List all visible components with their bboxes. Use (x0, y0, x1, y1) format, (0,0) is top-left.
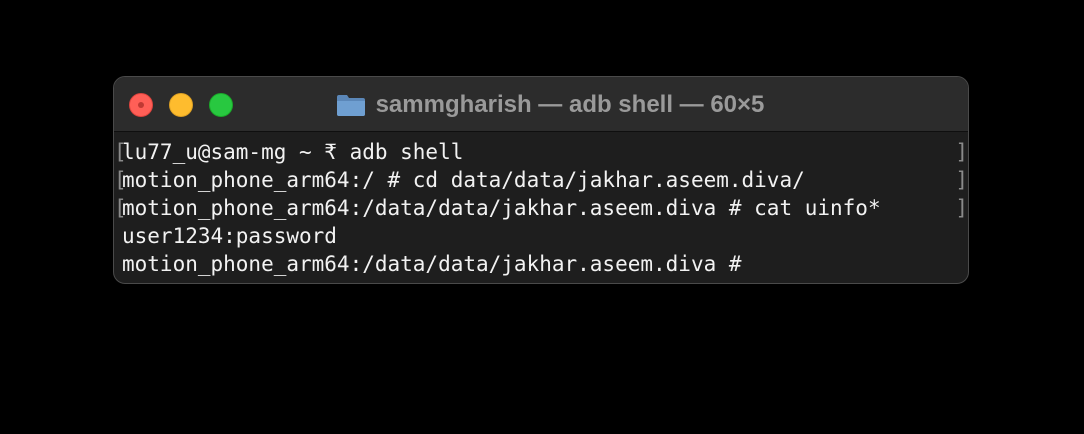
terminal-line: user1234:password (114, 222, 968, 250)
window-title-group: sammgharish — adb shell — 60×5 (114, 77, 968, 132)
terminal-line-text: motion_phone_arm64:/data/data/jakhar.ase… (122, 196, 881, 220)
terminal-line-text: motion_phone_arm64:/ # cd data/data/jakh… (122, 168, 805, 192)
terminal-line: [ motion_phone_arm64:/ # cd data/data/ja… (114, 166, 968, 194)
line-mark-right: ] (955, 196, 968, 220)
line-mark-right: ] (955, 168, 968, 192)
folder-icon (336, 94, 365, 116)
terminal-prompt-line: motion_phone_arm64:/data/data/jakhar.ase… (122, 252, 755, 276)
window-title: sammgharish — adb shell — 60×5 (375, 90, 765, 118)
terminal-line: motion_phone_arm64:/data/data/jakhar.ase… (114, 250, 968, 278)
terminal-window: sammgharish — adb shell — 60×5 [ lu77_u@… (113, 76, 969, 284)
line-mark-right: ] (955, 140, 968, 164)
terminal-output[interactable]: [ lu77_u@sam-mg ~ ₹ adb shell ] [ motion… (114, 134, 968, 283)
terminal-line: [ lu77_u@sam-mg ~ ₹ adb shell ] (114, 138, 968, 166)
terminal-line: [ motion_phone_arm64:/data/data/jakhar.a… (114, 194, 968, 222)
title-bar[interactable]: sammgharish — adb shell — 60×5 (114, 77, 968, 132)
terminal-line-text: lu77_u@sam-mg ~ ₹ adb shell (122, 140, 464, 164)
terminal-line-text: user1234:password (122, 224, 337, 248)
